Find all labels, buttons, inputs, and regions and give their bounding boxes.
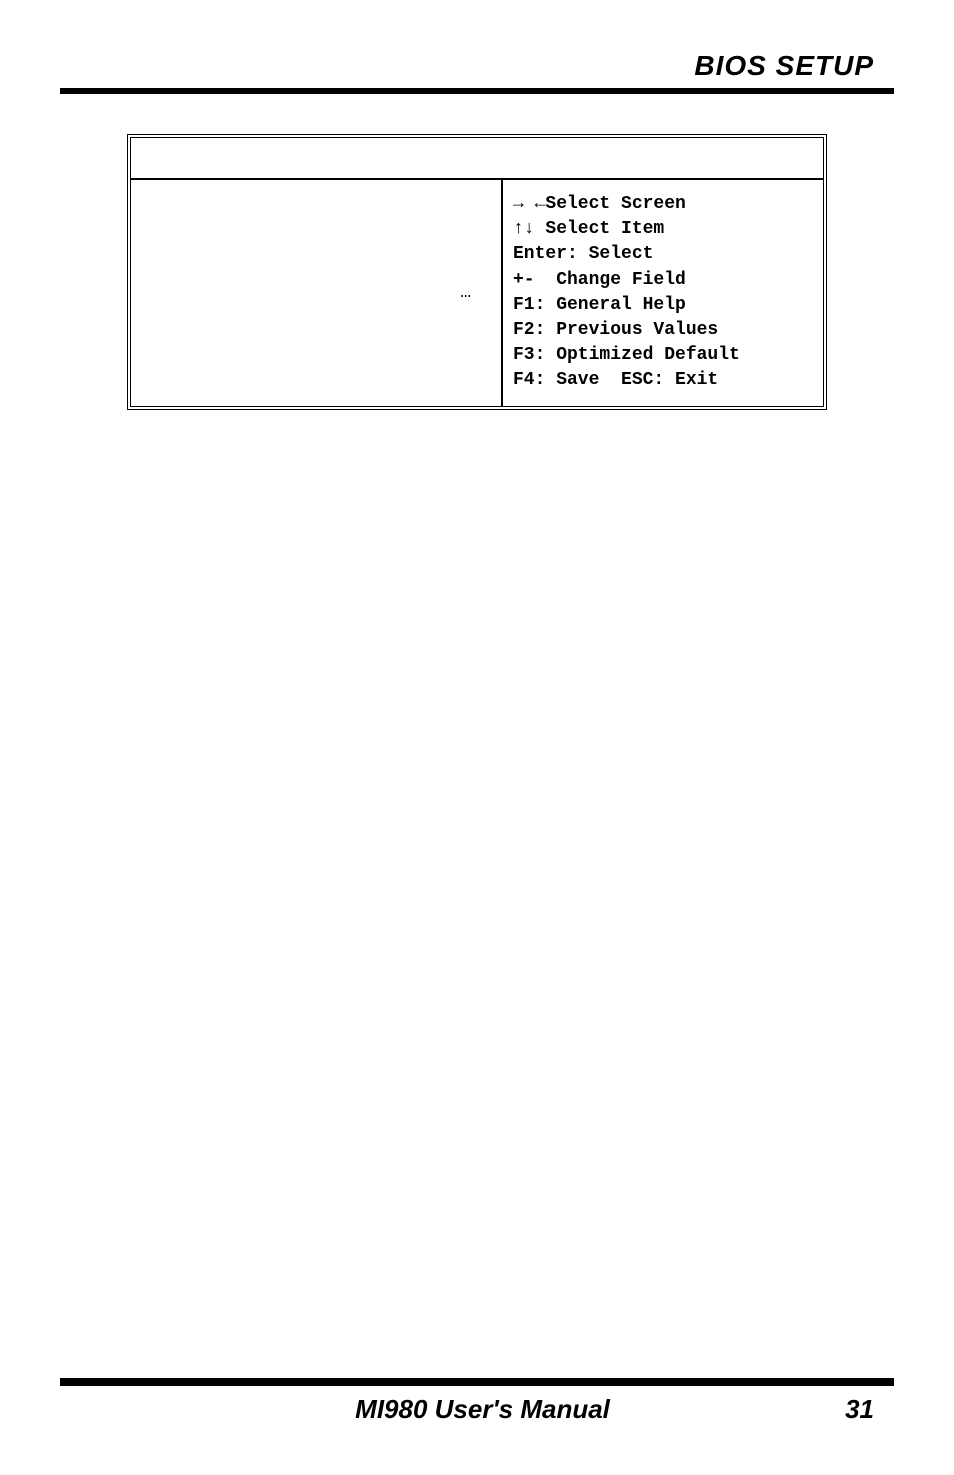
- header-divider: [60, 88, 894, 94]
- manual-title: MI980 User's Manual: [355, 1394, 610, 1425]
- content-spacer: [60, 410, 894, 1379]
- footer-divider: [60, 1378, 894, 1386]
- bios-panel: … → ←Select Screen ↑↓ Select Item Enter:…: [127, 134, 827, 410]
- bios-body: … → ←Select Screen ↑↓ Select Item Enter:…: [131, 180, 823, 406]
- page-header: BIOS SETUP: [60, 50, 894, 82]
- bios-title-bar: [131, 138, 823, 180]
- bios-help-area: → ←Select Screen ↑↓ Select Item Enter: S…: [503, 180, 823, 406]
- page-number: 31: [845, 1394, 874, 1425]
- bios-main-area: …: [131, 180, 503, 406]
- page-footer: MI980 User's Manual 31: [60, 1394, 894, 1435]
- ellipsis-text: …: [460, 284, 491, 302]
- section-title: BIOS SETUP: [694, 50, 874, 82]
- page-container: BIOS SETUP … → ←Select Screen ↑↓ Select …: [0, 0, 954, 1475]
